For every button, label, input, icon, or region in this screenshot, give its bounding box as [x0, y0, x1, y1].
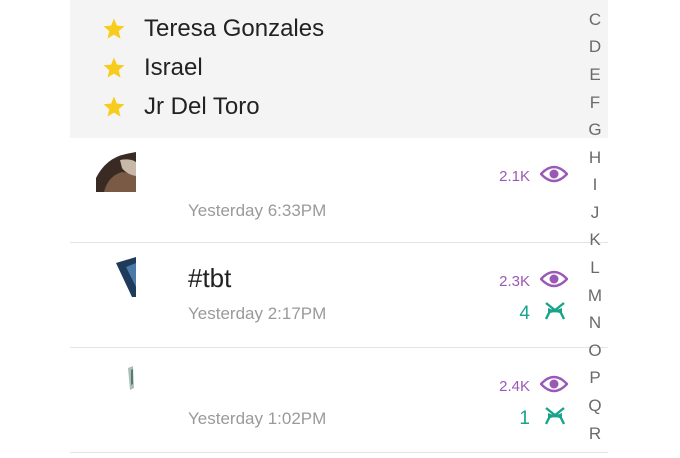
star-icon — [100, 15, 128, 43]
index-letter[interactable]: Q — [583, 396, 607, 416]
views-count: 2.1K — [499, 167, 530, 185]
star-icon — [100, 93, 128, 121]
story-row[interactable]: #tbt Yesterday 2:17PM 2.3K 4 — [70, 243, 608, 348]
stories-panel: ▔▔▔▔▔ ▔▔▔ Teresa Gonzales Israel Jr Del … — [70, 0, 608, 458]
story-screenshots: 4 — [519, 301, 566, 327]
eye-icon — [539, 375, 569, 397]
screenshot-arrows-icon — [544, 406, 566, 432]
index-letter[interactable]: D — [583, 37, 607, 57]
story-thumbnail — [96, 152, 136, 192]
star-icon — [100, 54, 128, 82]
views-count: 2.4K — [499, 377, 530, 395]
best-friends-header-clipped: ▔▔▔▔▔ ▔▔▔ — [96, 0, 208, 2]
eye-icon — [539, 165, 569, 187]
index-letter[interactable]: F — [583, 93, 607, 113]
index-letter[interactable]: G — [583, 120, 607, 140]
screenshot-arrows-icon — [544, 301, 566, 327]
index-letter[interactable]: K — [583, 230, 607, 250]
story-time: Yesterday 2:17PM — [188, 304, 327, 323]
index-letter[interactable]: P — [583, 368, 607, 388]
story-views[interactable]: 2.4K — [499, 375, 569, 397]
index-letter[interactable]: C — [583, 10, 607, 30]
index-letter[interactable]: O — [583, 341, 607, 361]
story-time: Yesterday 1:02PM — [188, 409, 327, 428]
screenshots-count: 1 — [519, 408, 530, 429]
story-views[interactable]: 2.3K — [499, 270, 569, 292]
index-letter[interactable]: H — [583, 148, 607, 168]
story-time: Yesterday 6:33PM — [188, 201, 327, 220]
best-friend-name: Jr Del Toro — [144, 93, 260, 120]
story-row[interactable]: Yesterday 1:02PM 2.4K 1 — [70, 348, 608, 453]
story-title: #tbt — [188, 263, 232, 293]
best-friends-section: ▔▔▔▔▔ ▔▔▔ Teresa Gonzales Israel Jr Del … — [70, 0, 608, 138]
index-letter[interactable]: L — [583, 258, 607, 278]
index-letter[interactable]: J — [583, 203, 607, 223]
eye-icon — [539, 270, 569, 292]
best-friend-name: Teresa Gonzales — [144, 15, 325, 42]
index-letter[interactable]: N — [583, 313, 607, 333]
best-friend-name: Israel — [144, 54, 203, 81]
story-row[interactable]: Yesterday 6:33PM 2.1K — [70, 138, 608, 243]
story-screenshots: 1 — [519, 406, 566, 432]
index-letter[interactable]: M — [583, 286, 607, 306]
index-letter[interactable]: R — [583, 424, 607, 444]
story-views[interactable]: 2.1K — [499, 165, 569, 187]
story-thumbnail — [96, 257, 136, 297]
story-thumbnail — [96, 362, 136, 402]
index-letter[interactable]: I — [583, 175, 607, 195]
views-count: 2.3K — [499, 272, 530, 290]
screenshots-count: 4 — [519, 303, 530, 324]
index-letter[interactable]: E — [583, 65, 607, 85]
